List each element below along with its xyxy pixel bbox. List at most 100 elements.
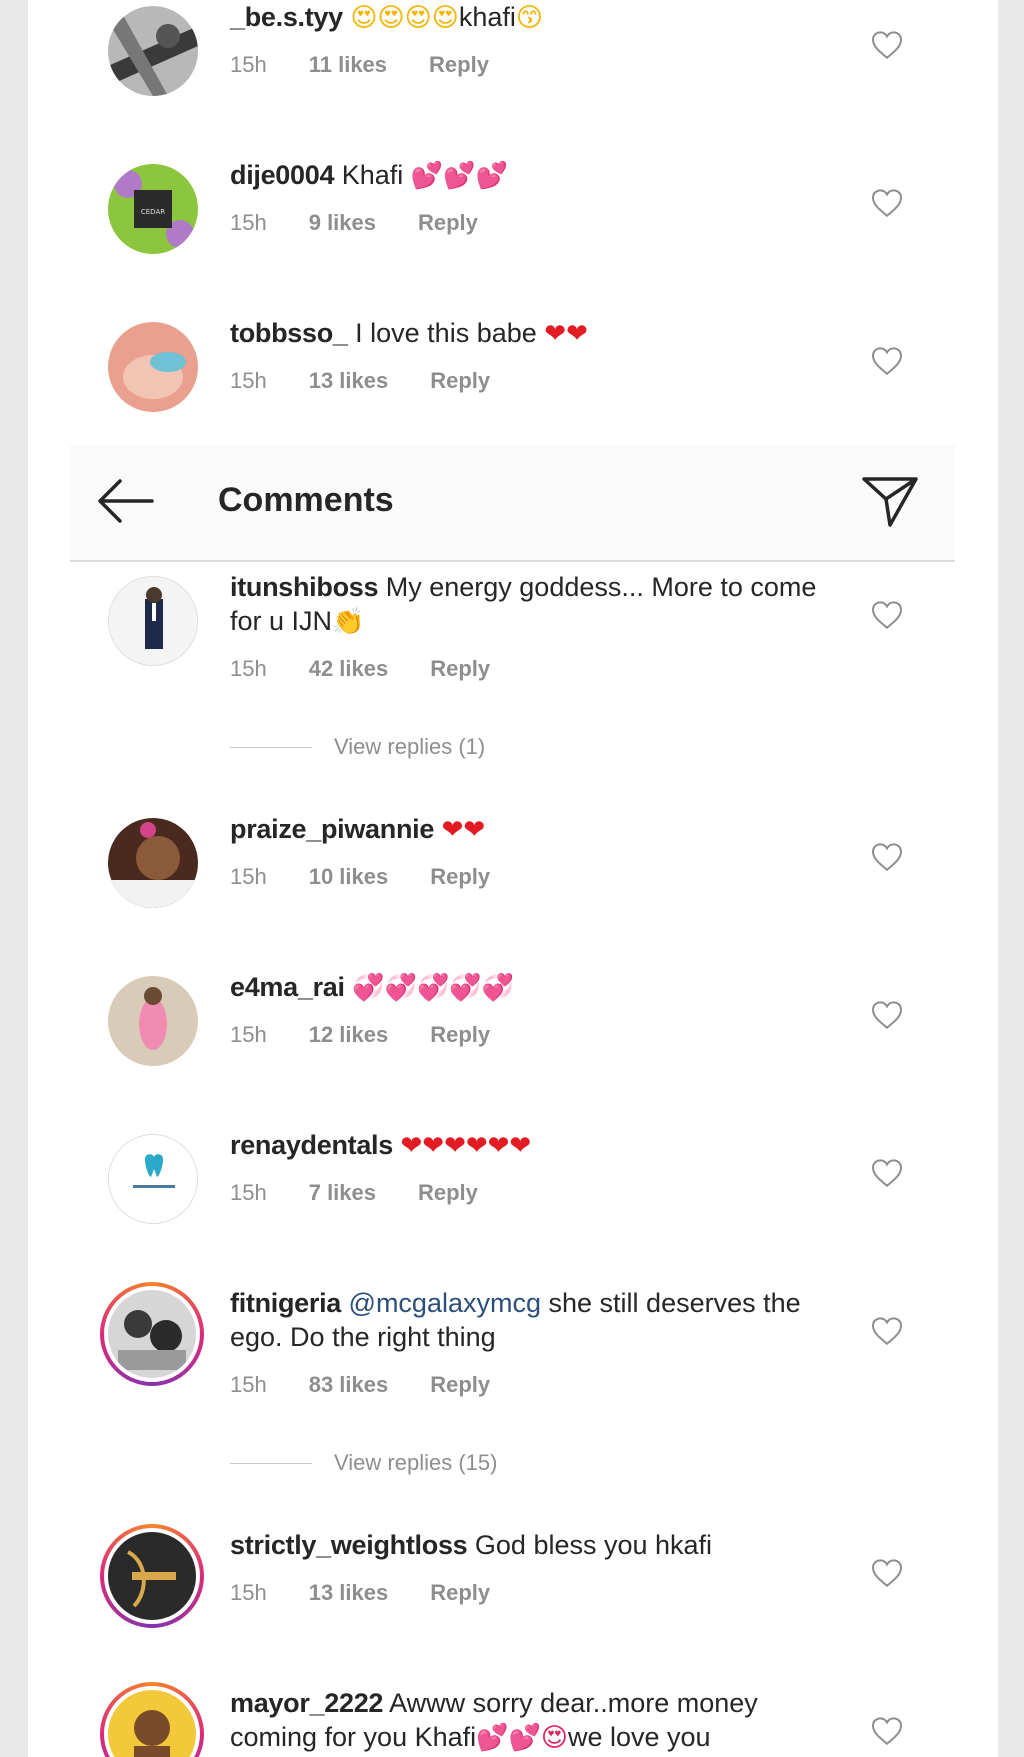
- heart-outline-icon[interactable]: [871, 30, 903, 60]
- reply-button[interactable]: Reply: [430, 656, 490, 682]
- comment-meta: 15h 13 likes Reply: [230, 368, 532, 394]
- comment-mention[interactable]: @mcgalaxymcg: [349, 1288, 541, 1318]
- comment-likes[interactable]: 13 likes: [309, 368, 389, 394]
- comment-emojis: ❤❤❤❤❤❤: [400, 1130, 532, 1160]
- avatar-image: [108, 1690, 196, 1757]
- comment-emoji-after: 😙: [515, 2, 543, 32]
- view-replies-button[interactable]: View replies (1): [230, 734, 485, 760]
- heart-outline-icon[interactable]: [871, 188, 903, 218]
- view-replies-button[interactable]: View replies (15): [230, 1450, 497, 1476]
- comment-username[interactable]: dije0004: [230, 160, 334, 190]
- avatar[interactable]: [108, 1134, 198, 1224]
- avatar-story-ring[interactable]: [100, 1524, 204, 1628]
- comment-username[interactable]: tobbsso_: [230, 318, 348, 348]
- avatar[interactable]: [108, 6, 198, 96]
- heart-outline-icon[interactable]: [871, 346, 903, 376]
- avatar-story-ring[interactable]: [100, 1282, 204, 1386]
- comment-text: mayor_2222 Awww sorry dear..more money c…: [230, 1686, 850, 1754]
- avatar-image: [108, 1532, 196, 1620]
- heart-outline-icon[interactable]: [871, 1316, 903, 1346]
- view-replies-divider: [230, 746, 312, 748]
- comment-meta: 15h 11 likes Reply: [230, 52, 531, 78]
- paper-plane-icon[interactable]: [860, 473, 920, 529]
- reply-button[interactable]: Reply: [429, 52, 489, 78]
- comment-meta: 15h 7 likes Reply: [230, 1180, 520, 1206]
- comment-username[interactable]: renaydentals: [230, 1130, 393, 1160]
- comment-meta: 15h 83 likes Reply: [230, 1372, 532, 1398]
- heart-outline-icon[interactable]: [871, 842, 903, 872]
- comment-body: khafi: [458, 2, 516, 32]
- comment-body: God bless you hkafi: [474, 1530, 713, 1560]
- avatar-story-ring[interactable]: [100, 1682, 204, 1757]
- comment-text: praize_piwannie ❤❤: [230, 812, 850, 846]
- reply-button[interactable]: Reply: [430, 864, 490, 890]
- comment-likes[interactable]: 11 likes: [309, 52, 387, 78]
- comment-likes[interactable]: 12 likes: [309, 1022, 389, 1048]
- comment-meta: 15h 9 likes Reply: [230, 210, 520, 236]
- comment-age: 15h: [230, 1372, 267, 1397]
- comment-likes[interactable]: 13 likes: [309, 1580, 389, 1606]
- reply-button[interactable]: Reply: [430, 1372, 490, 1398]
- comment-text: e4ma_rai 💞💞💞💞💞: [230, 970, 850, 1004]
- comment-meta: 15h 10 likes Reply: [230, 864, 532, 890]
- comment-age: 15h: [230, 1022, 267, 1047]
- page-title: Comments: [218, 481, 394, 519]
- comment-age: 15h: [230, 210, 267, 235]
- avatar[interactable]: [108, 322, 198, 412]
- heart-outline-icon[interactable]: [871, 1158, 903, 1188]
- comment-age: 15h: [230, 1180, 267, 1205]
- comment-meta: 15h 13 likes Reply: [230, 1580, 532, 1606]
- comment-body-after: we love you: [567, 1722, 711, 1752]
- avatar: [104, 1286, 200, 1382]
- comment-age: 15h: [230, 656, 267, 681]
- view-replies-label[interactable]: View replies (15): [334, 1450, 497, 1476]
- avatar-image: [108, 1290, 196, 1378]
- comment-text: fitnigeria @mcgalaxymcg she still deserv…: [230, 1286, 850, 1354]
- avatar[interactable]: [108, 576, 198, 666]
- view-replies-divider: [230, 1462, 312, 1464]
- heart-outline-icon[interactable]: [871, 600, 903, 630]
- comment-username[interactable]: strictly_weightloss: [230, 1530, 468, 1560]
- comment-age: 15h: [230, 1580, 267, 1605]
- comment-username[interactable]: mayor_2222: [230, 1688, 383, 1718]
- view-replies-label[interactable]: View replies (1): [334, 734, 485, 760]
- comment-meta: 15h 42 likes Reply: [230, 656, 532, 682]
- comment-likes[interactable]: 7 likes: [309, 1180, 376, 1206]
- comment-likes[interactable]: 10 likes: [309, 864, 389, 890]
- comment-text: renaydentals ❤❤❤❤❤❤: [230, 1128, 850, 1162]
- comment-username[interactable]: praize_piwannie: [230, 814, 434, 844]
- reply-button[interactable]: Reply: [430, 1580, 490, 1606]
- heart-outline-icon[interactable]: [871, 1000, 903, 1030]
- avatar[interactable]: CEDAR: [108, 164, 198, 254]
- reply-button[interactable]: Reply: [430, 1022, 490, 1048]
- avatar[interactable]: [108, 818, 198, 908]
- comment-age: 15h: [230, 864, 267, 889]
- reply-button[interactable]: Reply: [418, 210, 478, 236]
- comments-sheet: _be.s.tyy 😍😍😍😍khafi😙 15h 11 likes Reply CE…: [28, 0, 998, 1757]
- comment-text: _be.s.tyy 😍😍😍😍khafi😙: [230, 0, 850, 34]
- comment-likes[interactable]: 83 likes: [309, 1372, 389, 1398]
- svg-text:CEDAR: CEDAR: [141, 208, 165, 216]
- comment-likes[interactable]: 9 likes: [309, 210, 376, 236]
- comments-header: Comments: [70, 445, 955, 562]
- comment-likes[interactable]: 42 likes: [309, 656, 389, 682]
- comment-age: 15h: [230, 368, 267, 393]
- reply-button[interactable]: Reply: [418, 1180, 478, 1206]
- arrow-left-icon[interactable]: [96, 475, 154, 527]
- comment-emojis: 💞💞💞💞💞: [352, 972, 515, 1002]
- comment-text: tobbsso_ I love this babe ❤❤: [230, 316, 850, 350]
- avatar[interactable]: [108, 976, 198, 1066]
- reply-button[interactable]: Reply: [430, 368, 490, 394]
- comment-username[interactable]: _be.s.tyy: [230, 2, 343, 32]
- heart-outline-icon[interactable]: [871, 1716, 903, 1746]
- comment-meta: 15h 12 likes Reply: [230, 1022, 532, 1048]
- heart-outline-icon[interactable]: [871, 1558, 903, 1588]
- comment-emojis: ❤❤: [441, 814, 486, 844]
- comment-text: itunshiboss My energy goddess... More to…: [230, 570, 850, 638]
- comment-text: strictly_weightloss God bless you hkafi: [230, 1528, 850, 1562]
- comment-username[interactable]: fitnigeria: [230, 1288, 341, 1318]
- comment-username[interactable]: itunshiboss: [230, 572, 379, 602]
- comment-username[interactable]: e4ma_rai: [230, 972, 345, 1002]
- comment-body: I love this babe: [355, 318, 537, 348]
- comment-emojis: 💕💕😍: [476, 1722, 568, 1752]
